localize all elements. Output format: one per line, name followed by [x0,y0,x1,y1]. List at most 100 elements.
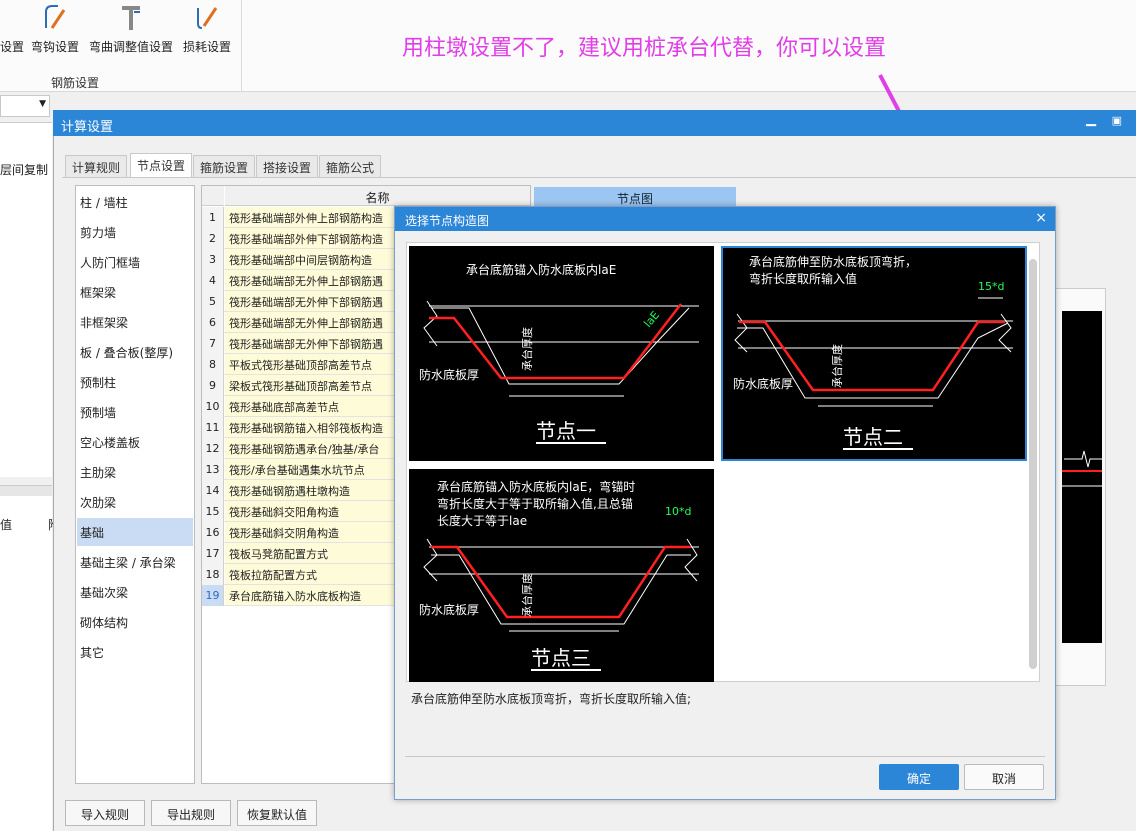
panel1-title: 承台底筋锚入防水底板内laE [466,262,616,277]
panel2-side-label: 防水底板厚 [733,376,793,391]
category-item[interactable]: 非框架梁 [77,308,193,336]
category-item[interactable]: 基础主梁 / 承台梁 [77,548,193,576]
row-number: 9 [202,375,224,396]
row-number: 13 [202,459,224,480]
panel1-dim-label: laE [641,309,662,330]
export-rules-button[interactable]: 导出规则 [151,800,231,826]
category-item[interactable]: 预制柱 [77,368,193,396]
tab-node-settings[interactable]: 节点设置 [130,153,193,178]
panel2-title-line2: 弯折长度取所输入值 [749,271,857,286]
bend-adjust-icon [122,6,140,30]
row-number: 6 [202,312,224,333]
category-item[interactable]: 基础次梁 [77,578,193,606]
category-item[interactable]: 板 / 叠合板(整厚) [77,338,193,366]
node-preview-image [1062,311,1102,643]
category-item[interactable]: 主肋梁 [77,458,193,486]
node-panel-2[interactable]: 承台底筋伸至防水底板顶弯折， 弯折长度取所输入值 15*d 承台厚度 防水底板厚… [721,246,1027,461]
window-title-text: 计算设置 [61,120,114,135]
panel2-caption: 节点二 [843,425,903,449]
restore-defaults-button[interactable]: 恢复默认值 [237,800,317,826]
row-number: 10 [202,396,224,417]
dialog-title: 选择节点构造图 × [395,207,1055,231]
row-number: 16 [202,522,224,543]
diagram-canvas: 承台底筋锚入防水底板内laE 承台厚度 laE 防水底板厚 节点一 承台底筋伸至… [406,242,1040,682]
dialog-title-text: 选择节点构造图 [405,214,490,228]
hook-icon [45,5,66,29]
category-item[interactable]: 柱 / 墙柱 [77,188,193,216]
row-number: 12 [202,438,224,459]
panel3-title-line2: 弯折长度大于等于取所输入值,且总锚 [437,496,633,511]
panel3-caption: 节点三 [531,646,591,670]
settings-button[interactable]: 设置 [0,38,24,55]
row-number: 8 [202,354,224,375]
minimize-icon[interactable]: ▁ [1086,112,1096,127]
panel1-side-label: 防水底板厚 [419,367,479,382]
dialog-separator [405,756,1045,757]
panel1-caption: 节点一 [536,419,596,443]
grid-corner [202,186,224,206]
loss-icon [197,7,218,29]
panel3-vert-label: 承台厚度 [520,573,534,617]
category-item[interactable]: 人防门框墙 [77,248,193,276]
tab-stirrup-settings[interactable]: 箍筋设置 [193,155,256,177]
bend-adjust-label: 弯曲调整值设置 [88,40,173,54]
left-panel-bottom: 值 附 [0,485,60,831]
ok-button[interactable]: 确定 [879,764,959,790]
maximize-icon[interactable]: ▣ [1112,114,1122,127]
column-header-value: 值 [0,518,13,532]
row-number: 11 [202,417,224,438]
panel3-dim-label: 10*d [665,505,691,518]
bend-adjust-button[interactable]: 弯曲调整值设置 [86,2,176,55]
loss-settings-label: 损耗设置 [182,40,231,54]
hook-settings-label: 弯钩设置 [30,40,79,54]
row-number: 14 [202,480,224,501]
tab-stirrup-formula[interactable]: 箍筋公式 [319,155,382,177]
node-panel-1[interactable]: 承台底筋锚入防水底板内laE 承台厚度 laE 防水底板厚 节点一 [409,246,714,461]
panel2-title-line1: 承台底筋伸至防水底板顶弯折， [749,254,917,269]
settings-button-label: 设置 [0,40,25,54]
close-icon[interactable]: × [1035,210,1047,226]
category-item[interactable]: 空心楼盖板 [77,428,193,456]
panel3-side-label: 防水底板厚 [419,602,479,617]
category-item[interactable]: 其它 [77,638,193,666]
row-number: 17 [202,543,224,564]
row-number: 18 [202,564,224,585]
left-panel-top: 层间复制 [0,122,52,477]
node-panel-3[interactable]: 承台底筋锚入防水底板内laE，弯锚时 弯折长度大于等于取所输入值,且总锚 长度大… [409,469,714,682]
row-number: 7 [202,333,224,354]
category-item[interactable]: 砌体结构 [77,608,193,636]
chevron-down-icon: ▼ [39,99,46,109]
category-item[interactable]: 次肋梁 [77,488,193,516]
row-number: 2 [202,228,224,249]
import-rules-button[interactable]: 导入规则 [65,800,145,826]
annotation-text: 用柱墩设置不了，建议用桩承台代替，你可以设置 [402,36,887,61]
category-item[interactable]: 框架梁 [77,278,193,306]
rebar-settings-group: 设置 弯钩设置 弯曲调整值设置 损耗设置 钢筋设置 [0,0,242,92]
row-number: 5 [202,291,224,312]
hook-settings-button[interactable]: 弯钩设置 [30,2,80,55]
tab-underline [62,177,1136,178]
row-number: 4 [202,270,224,291]
row-number: 15 [202,501,224,522]
cancel-button[interactable]: 取消 [964,764,1044,790]
tab-lap-settings[interactable]: 搭接设置 [256,155,319,177]
category-item-selected[interactable]: 基础 [77,518,193,546]
panel1-vert-label: 承台厚度 [520,327,534,371]
floor-combo[interactable]: ▼ [0,95,50,117]
window-title: 计算设置 ▁ ▣ [53,110,1136,136]
loss-settings-button[interactable]: 损耗设置 [180,2,234,55]
grid-header-name: 名称 [225,186,530,206]
interfloor-copy-button[interactable]: 层间复制 [0,161,48,178]
category-item[interactable]: 预制墙 [77,398,193,426]
row-number: 1 [202,207,224,228]
tab-calc-rules[interactable]: 计算规则 [65,155,128,177]
panel2-dim-label: 15*d [978,280,1004,293]
category-item[interactable]: 剪力墙 [77,218,193,246]
diagram-scrollbar[interactable] [1029,259,1037,669]
node-diagram-dialog: 选择节点构造图 × 承台底筋锚入防水底板内laE 承台厚度 laE 防水底板厚 … [394,206,1056,800]
panel3-title-line1: 承台底筋锚入防水底板内laE，弯锚时 [437,479,635,494]
panel2-vert-label: 承台厚度 [830,344,844,388]
row-number: 3 [202,249,224,270]
ribbon-group-label: 钢筋设置 [50,76,99,90]
node-description: 承台底筋伸至防水底板顶弯折，弯折长度取所输入值; [411,692,692,706]
